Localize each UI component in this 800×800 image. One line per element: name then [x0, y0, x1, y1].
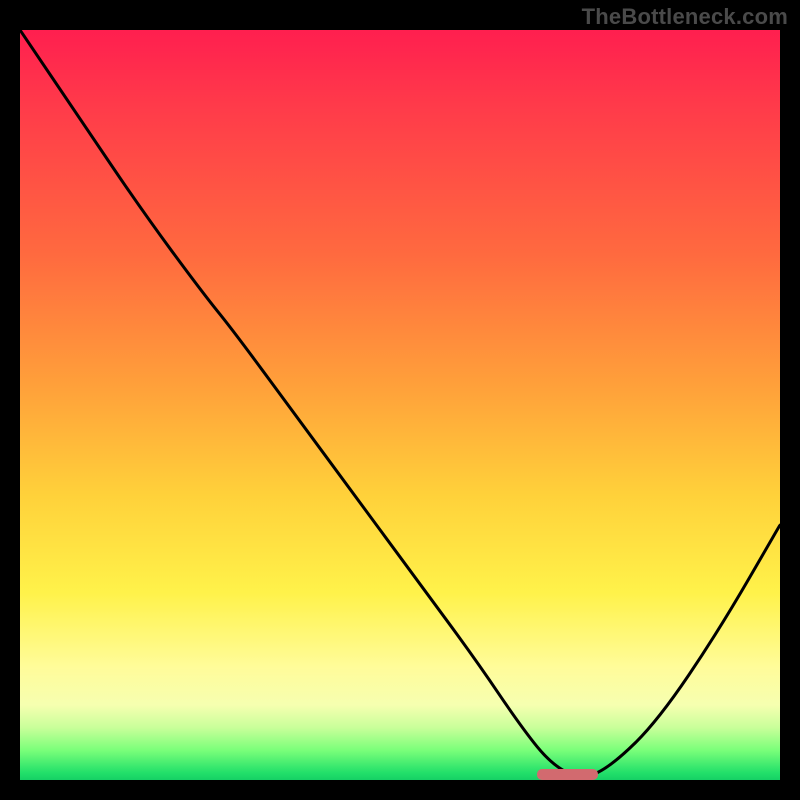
plot-area: [20, 30, 780, 780]
optimal-marker: [537, 769, 598, 780]
curve-path: [20, 30, 780, 776]
watermark-text: TheBottleneck.com: [582, 4, 788, 30]
bottleneck-curve: [20, 30, 780, 780]
chart-wrapper: TheBottleneck.com: [0, 0, 800, 800]
